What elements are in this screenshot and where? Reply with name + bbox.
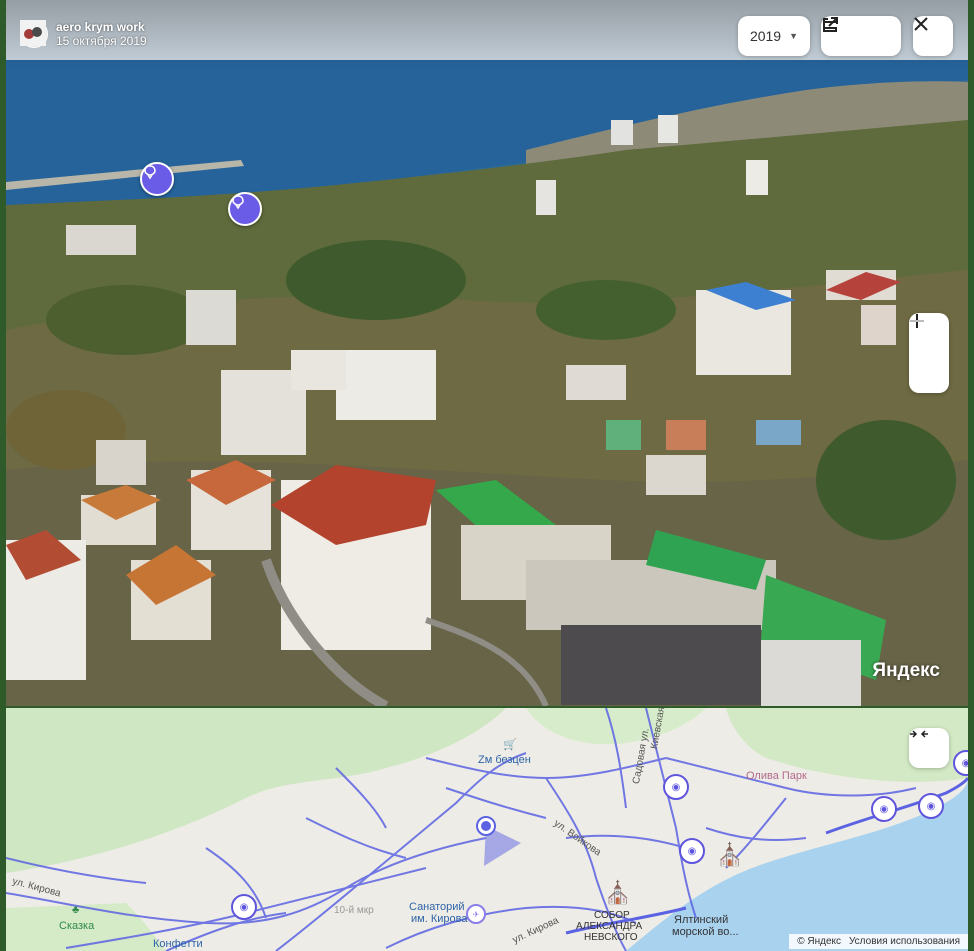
map-label-port-line2[interactable]: морской во... bbox=[672, 926, 739, 938]
shopping-cart-icon: 🛒 bbox=[503, 739, 517, 751]
plane-icon: ✈ bbox=[472, 909, 480, 919]
map-poi-marker[interactable]: ✈ bbox=[466, 904, 486, 924]
minus-icon bbox=[910, 320, 924, 322]
cathedral-icon: ⛪ bbox=[716, 842, 744, 867]
map-canvas bbox=[6, 708, 968, 951]
panorama-balloon-icon bbox=[144, 165, 156, 180]
yandex-watermark: Яндекс bbox=[872, 660, 940, 681]
dropdown-arrow-icon: ▼ bbox=[789, 31, 799, 41]
map-label-zm-bezcen[interactable]: Zм безцен bbox=[478, 754, 531, 766]
map-panorama-pin[interactable]: ◉ bbox=[231, 894, 257, 920]
zoom-controls bbox=[909, 313, 949, 393]
year-selector[interactable]: 2019 ▼ bbox=[738, 16, 810, 56]
mini-map[interactable]: 🛒 Zм безцен Олива Парк Киевская Садовая … bbox=[6, 708, 968, 951]
map-label-microdistrict: 10-й мкр bbox=[334, 905, 374, 916]
map-panorama-pin[interactable]: ◉ bbox=[918, 793, 944, 819]
panorama-date: 15 октября 2019 bbox=[56, 34, 147, 48]
collapse-arrows-icon bbox=[910, 730, 928, 738]
balloon-icon: ◉ bbox=[926, 800, 936, 812]
map-label-sanatory-line2[interactable]: им. Кирова bbox=[411, 913, 467, 925]
map-label-sobor-line1[interactable]: СОБОР bbox=[594, 910, 630, 921]
church-icon: ⛪ bbox=[604, 880, 632, 905]
map-label-port-line1[interactable]: Ялтинский bbox=[674, 914, 728, 926]
map-panorama-pin[interactable]: ◉ bbox=[871, 796, 897, 822]
menu-icon bbox=[823, 21, 837, 29]
collapse-map-button[interactable] bbox=[909, 728, 949, 768]
balloon-icon: ◉ bbox=[879, 803, 889, 815]
park-icon: ♣ bbox=[72, 904, 80, 916]
map-label-skazka[interactable]: Сказка bbox=[59, 920, 94, 932]
map-label-sanatory-line1[interactable]: Санаторий bbox=[409, 901, 465, 913]
avatar[interactable] bbox=[20, 20, 48, 48]
map-label-konfetti[interactable]: Конфетти bbox=[153, 938, 203, 950]
panorama-balloon-icon bbox=[232, 195, 244, 210]
map-label-sobor-line2[interactable]: АЛЕКСАНДРА bbox=[576, 921, 642, 932]
author-name[interactable]: aero krym work bbox=[56, 20, 147, 34]
avatar-image-icon bbox=[20, 20, 46, 46]
panorama-point-marker[interactable] bbox=[228, 192, 262, 226]
panorama-image bbox=[6, 0, 968, 706]
copyright-text: © Яндекс bbox=[797, 936, 841, 947]
map-panorama-pin[interactable]: ◉ bbox=[679, 838, 705, 864]
panorama-author[interactable]: aero krym work 15 октября 2019 bbox=[20, 20, 147, 48]
menu-button[interactable] bbox=[823, 16, 901, 56]
map-panorama-pin[interactable]: ◉ bbox=[663, 774, 689, 800]
balloon-icon: ◉ bbox=[671, 781, 681, 793]
panorama-point-marker[interactable] bbox=[140, 162, 174, 196]
map-copyright: © Яндекс Условия использования bbox=[789, 934, 968, 949]
panorama-view[interactable]: aero krym work 15 октября 2019 2019 ▼ Ян… bbox=[6, 0, 968, 706]
year-value: 2019 bbox=[749, 28, 782, 44]
balloon-icon: ◉ bbox=[239, 901, 249, 913]
close-icon bbox=[914, 17, 928, 31]
terms-link[interactable]: Условия использования bbox=[849, 936, 960, 947]
map-label-sobor-line3[interactable]: НЕВСКОГО bbox=[584, 932, 638, 943]
map-label-oliva-park[interactable]: Олива Парк bbox=[746, 770, 807, 782]
balloon-icon: ◉ bbox=[687, 845, 697, 857]
zoom-out-button[interactable] bbox=[909, 320, 949, 393]
panorama-controls bbox=[821, 16, 901, 56]
balloon-icon: ◉ bbox=[961, 757, 968, 769]
close-button[interactable] bbox=[913, 16, 953, 56]
